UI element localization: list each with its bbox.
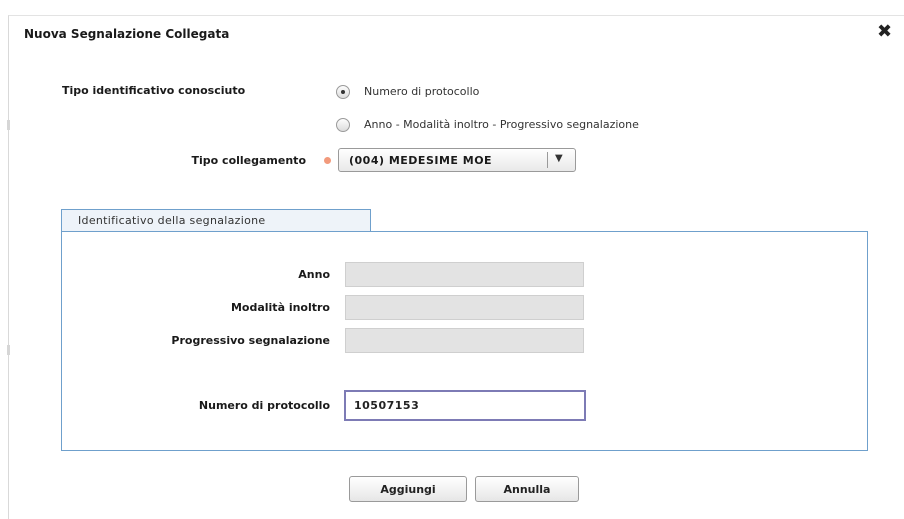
tipo-collegamento-select[interactable]: (004) MEDESIME MOE ▼ (338, 148, 576, 172)
aggiungi-button[interactable]: Aggiungi (349, 476, 467, 502)
tipo-collegamento-value: (004) MEDESIME MOE (349, 154, 493, 167)
chevron-down-icon[interactable]: ▼ (555, 153, 563, 164)
select-separator (547, 152, 548, 168)
progressivo-segnalazione-field (345, 328, 584, 353)
radio-anno-modalita-progressivo[interactable] (336, 118, 350, 132)
dialog-title: Nuova Segnalazione Collegata (24, 27, 230, 41)
tipo-identificativo-label: Tipo identificativo conosciuto (62, 84, 246, 97)
tipo-collegamento-label: Tipo collegamento (191, 154, 306, 167)
close-icon[interactable]: ✖ (877, 23, 892, 41)
tab-identificativo[interactable]: Identificativo della segnalazione (61, 209, 371, 231)
numero-protocollo-label: Numero di protocollo (198, 399, 330, 412)
modalita-inoltro-label: Modalità inoltro (230, 301, 330, 314)
annulla-button[interactable]: Annulla (475, 476, 579, 502)
modalita-inoltro-field (345, 295, 584, 320)
numero-protocollo-value: 10507153 (354, 399, 420, 412)
tab-identificativo-label: Identificativo della segnalazione (78, 214, 266, 227)
numero-protocollo-input[interactable]: 10507153 (344, 390, 586, 421)
progressivo-segnalazione-label: Progressivo segnalazione (171, 334, 330, 347)
radio-label-anno-modalita-progressivo[interactable]: Anno - Modalità inoltro - Progressivo se… (364, 118, 639, 131)
radio-numero-protocollo[interactable] (336, 85, 350, 99)
required-asterisk-icon (324, 157, 331, 164)
radio-label-numero-protocollo[interactable]: Numero di protocollo (364, 85, 479, 98)
dialog-edge-mark (7, 345, 10, 355)
dialog-edge-mark (7, 120, 10, 130)
anno-label: Anno (298, 268, 330, 281)
anno-field (345, 262, 584, 287)
